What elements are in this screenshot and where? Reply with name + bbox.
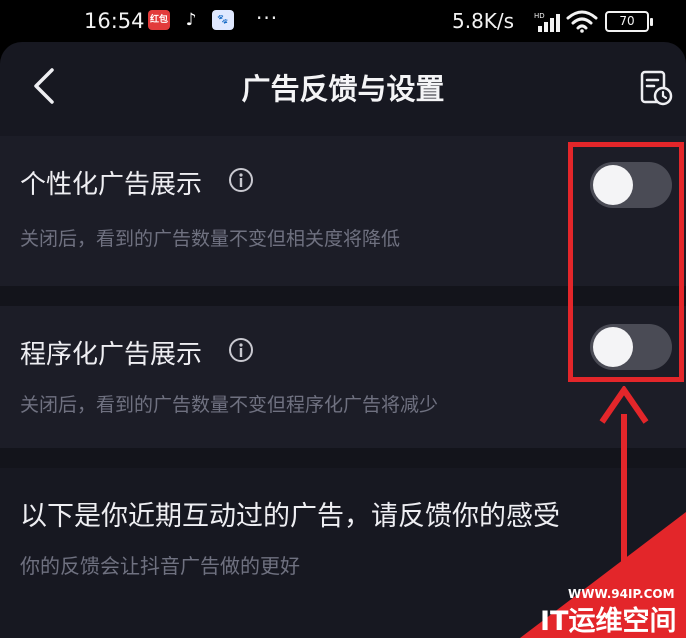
network-tag: HD xyxy=(534,12,545,20)
watermark-url: WWW.94IP.COM xyxy=(568,587,675,601)
info-icon[interactable] xyxy=(228,167,254,193)
info-icon[interactable] xyxy=(228,337,254,363)
status-time: 16:54 xyxy=(84,9,145,33)
status-bar: 16:54 红包 ♪ 🐾 ··· 5.8K/s HD 70 xyxy=(0,0,686,42)
feedback-description: 你的反馈会让抖音广告做的更好 xyxy=(20,554,300,578)
watermark-name: IT运维空间 xyxy=(540,605,676,637)
programmatic-ads-title: 程序化广告展示 xyxy=(20,340,203,370)
programmatic-ads-description: 关闭后，看到的广告数量不变但程序化广告将减少 xyxy=(20,394,439,416)
network-speed: 5.8K/s xyxy=(452,9,515,33)
personalized-ads-title: 个性化广告展示 xyxy=(20,170,203,200)
battery-indicator: 70 xyxy=(605,11,653,32)
ad-history-icon[interactable] xyxy=(638,70,674,106)
wifi-icon xyxy=(566,10,598,33)
tiktok-app-icon: ♪ xyxy=(185,10,197,30)
personalized-ads-description: 关闭后，看到的广告数量不变但相关度将降低 xyxy=(20,228,401,250)
watermark-logo: WWW.94IP.COM IT运维空间 xyxy=(520,512,686,638)
section-divider xyxy=(0,448,686,468)
annotation-highlight-box xyxy=(568,142,684,382)
baidu-app-icon: 🐾 xyxy=(212,10,234,30)
cell-signal-icon: HD xyxy=(534,12,560,32)
feedback-title: 以下是你近期互动过的广告，请反馈你的感受 xyxy=(20,501,560,532)
page-title: 广告反馈与设置 xyxy=(241,72,445,106)
more-notifications-icon: ··· xyxy=(256,6,279,30)
red-envelope-app-icon: 红包 xyxy=(148,10,170,30)
